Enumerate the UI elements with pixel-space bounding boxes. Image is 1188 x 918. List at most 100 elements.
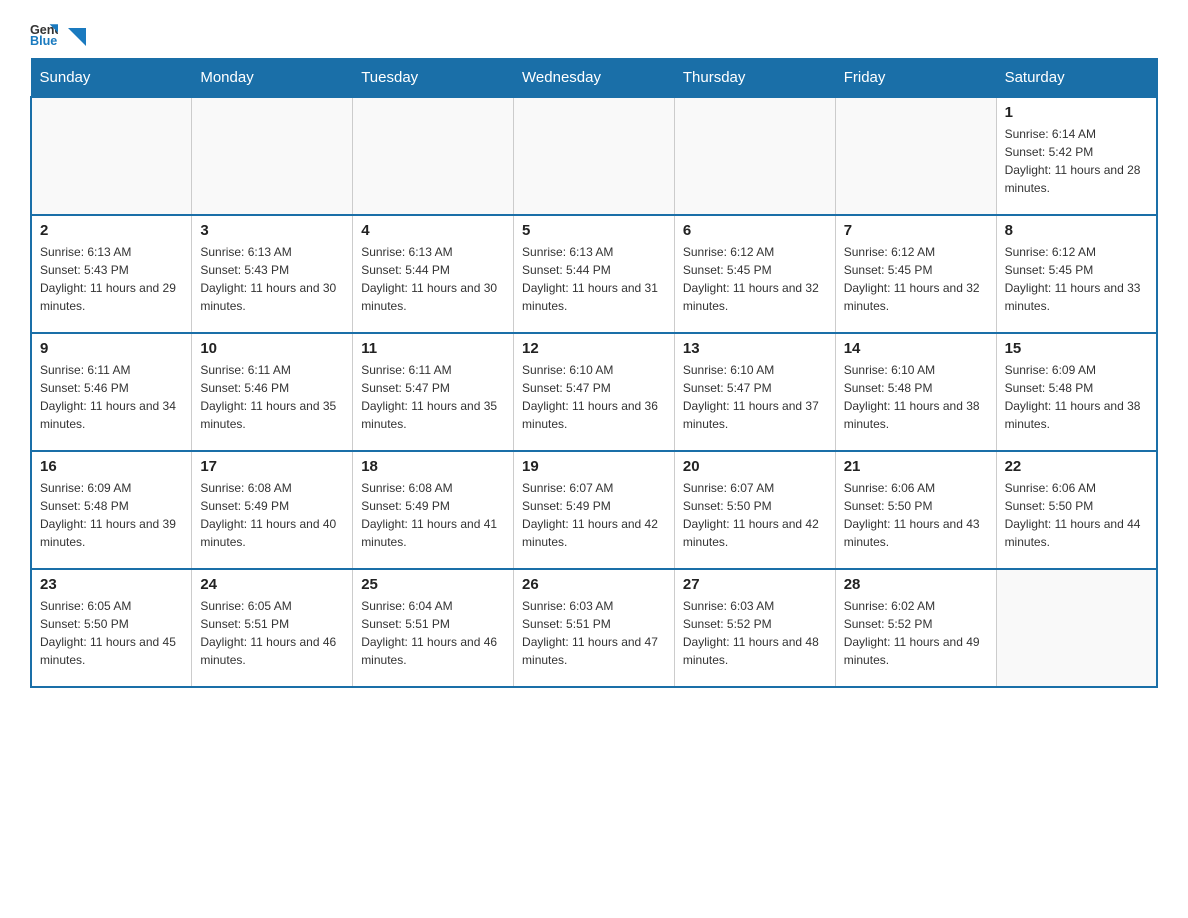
day-info: Sunrise: 6:05 AMSunset: 5:51 PMDaylight:…: [200, 597, 344, 669]
calendar-table: SundayMondayTuesdayWednesdayThursdayFrid…: [30, 58, 1158, 688]
calendar-cell: 5 Sunrise: 6:13 AMSunset: 5:44 PMDaylight…: [514, 215, 675, 333]
day-info: Sunrise: 6:13 AMSunset: 5:44 PMDaylight:…: [361, 243, 505, 315]
day-number: 20: [683, 458, 827, 475]
weekday-header-saturday: Saturday: [996, 59, 1157, 98]
weekday-header-thursday: Thursday: [674, 59, 835, 98]
day-number: 24: [200, 576, 344, 593]
day-number: 27: [683, 576, 827, 593]
calendar-cell: 24 Sunrise: 6:05 AMSunset: 5:51 PMDayligh…: [192, 569, 353, 687]
day-info: Sunrise: 6:11 AMSunset: 5:46 PMDaylight:…: [200, 361, 344, 433]
day-info: Sunrise: 6:07 AMSunset: 5:49 PMDaylight:…: [522, 479, 666, 551]
calendar-cell: 6 Sunrise: 6:12 AMSunset: 5:45 PMDaylight…: [674, 215, 835, 333]
calendar-cell: 3 Sunrise: 6:13 AMSunset: 5:43 PMDaylight…: [192, 215, 353, 333]
calendar-cell: [353, 97, 514, 215]
weekday-header-tuesday: Tuesday: [353, 59, 514, 98]
calendar-cell: [674, 97, 835, 215]
calendar-cell: 23 Sunrise: 6:05 AMSunset: 5:50 PMDayligh…: [31, 569, 192, 687]
calendar-cell: 17Sunrise: 6:08 AMSunset: 5:49 PMDayligh…: [192, 451, 353, 569]
weekday-header-monday: Monday: [192, 59, 353, 98]
day-info: Sunrise: 6:09 AMSunset: 5:48 PMDaylight:…: [40, 479, 183, 551]
calendar-cell: 2 Sunrise: 6:13 AMSunset: 5:43 PMDaylight…: [31, 215, 192, 333]
calendar-cell: 10 Sunrise: 6:11 AMSunset: 5:46 PMDayligh…: [192, 333, 353, 451]
day-number: 5: [522, 222, 666, 239]
day-info: Sunrise: 6:12 AMSunset: 5:45 PMDaylight:…: [1005, 243, 1148, 315]
calendar-cell: 19Sunrise: 6:07 AMSunset: 5:49 PMDayligh…: [514, 451, 675, 569]
calendar-row-3: 9Sunrise: 6:11 AMSunset: 5:46 PMDaylight…: [31, 333, 1157, 451]
calendar-cell: 20Sunrise: 6:07 AMSunset: 5:50 PMDayligh…: [674, 451, 835, 569]
day-info: Sunrise: 6:12 AMSunset: 5:45 PMDaylight:…: [844, 243, 988, 315]
day-info: Sunrise: 6:14 AMSunset: 5:42 PMDaylight:…: [1005, 125, 1148, 197]
day-number: 23: [40, 576, 183, 593]
day-info: Sunrise: 6:06 AMSunset: 5:50 PMDaylight:…: [844, 479, 988, 551]
calendar-cell: 15 Sunrise: 6:09 AMSunset: 5:48 PMDayligh…: [996, 333, 1157, 451]
day-info: Sunrise: 6:09 AMSunset: 5:48 PMDaylight:…: [1005, 361, 1148, 433]
calendar-cell: [835, 97, 996, 215]
day-number: 22: [1005, 458, 1148, 475]
calendar-cell: 16 Sunrise: 6:09 AMSunset: 5:48 PMDayligh…: [31, 451, 192, 569]
day-number: 21: [844, 458, 988, 475]
day-number: 13: [683, 340, 827, 357]
calendar-cell: 13Sunrise: 6:10 AMSunset: 5:47 PMDayligh…: [674, 333, 835, 451]
day-info: Sunrise: 6:06 AMSunset: 5:50 PMDaylight:…: [1005, 479, 1148, 551]
calendar-cell: 21 Sunrise: 6:06 AMSunset: 5:50 PMDayligh…: [835, 451, 996, 569]
page-header: General Blue: [30, 20, 1158, 48]
calendar-cell: 1 Sunrise: 6:14 AMSunset: 5:42 PMDaylight…: [996, 97, 1157, 215]
logo-triangle-icon: [64, 26, 86, 48]
calendar-cell: 7 Sunrise: 6:12 AMSunset: 5:45 PMDaylight…: [835, 215, 996, 333]
day-number: 15: [1005, 340, 1148, 357]
day-info: Sunrise: 6:11 AMSunset: 5:46 PMDaylight:…: [40, 361, 183, 433]
day-info: Sunrise: 6:02 AMSunset: 5:52 PMDaylight:…: [844, 597, 988, 669]
calendar-cell: [996, 569, 1157, 687]
day-number: 1: [1005, 104, 1148, 121]
day-info: Sunrise: 6:13 AMSunset: 5:43 PMDaylight:…: [40, 243, 183, 315]
day-number: 3: [200, 222, 344, 239]
calendar-row-5: 23 Sunrise: 6:05 AMSunset: 5:50 PMDayligh…: [31, 569, 1157, 687]
logo: General Blue: [30, 20, 86, 48]
day-number: 18: [361, 458, 505, 475]
day-info: Sunrise: 6:04 AMSunset: 5:51 PMDaylight:…: [361, 597, 505, 669]
calendar-row-4: 16 Sunrise: 6:09 AMSunset: 5:48 PMDayligh…: [31, 451, 1157, 569]
calendar-cell: 22 Sunrise: 6:06 AMSunset: 5:50 PMDayligh…: [996, 451, 1157, 569]
day-number: 2: [40, 222, 183, 239]
day-number: 12: [522, 340, 666, 357]
calendar-cell: 18 Sunrise: 6:08 AMSunset: 5:49 PMDayligh…: [353, 451, 514, 569]
calendar-cell: 12Sunrise: 6:10 AMSunset: 5:47 PMDayligh…: [514, 333, 675, 451]
weekday-header-wednesday: Wednesday: [514, 59, 675, 98]
svg-text:Blue: Blue: [30, 34, 57, 48]
day-info: Sunrise: 6:05 AMSunset: 5:50 PMDaylight:…: [40, 597, 183, 669]
day-number: 6: [683, 222, 827, 239]
day-number: 11: [361, 340, 505, 357]
day-number: 14: [844, 340, 988, 357]
day-number: 17: [200, 458, 344, 475]
day-number: 8: [1005, 222, 1148, 239]
calendar-cell: 14 Sunrise: 6:10 AMSunset: 5:48 PMDayligh…: [835, 333, 996, 451]
day-number: 10: [200, 340, 344, 357]
calendar-cell: 27 Sunrise: 6:03 AMSunset: 5:52 PMDayligh…: [674, 569, 835, 687]
day-number: 25: [361, 576, 505, 593]
weekday-header-friday: Friday: [835, 59, 996, 98]
calendar-row-2: 2 Sunrise: 6:13 AMSunset: 5:43 PMDaylight…: [31, 215, 1157, 333]
calendar-cell: 9Sunrise: 6:11 AMSunset: 5:46 PMDaylight…: [31, 333, 192, 451]
day-info: Sunrise: 6:10 AMSunset: 5:48 PMDaylight:…: [844, 361, 988, 433]
day-number: 28: [844, 576, 988, 593]
weekday-header-sunday: Sunday: [31, 59, 192, 98]
day-info: Sunrise: 6:13 AMSunset: 5:43 PMDaylight:…: [200, 243, 344, 315]
calendar-cell: [192, 97, 353, 215]
day-number: 26: [522, 576, 666, 593]
day-info: Sunrise: 6:03 AMSunset: 5:51 PMDaylight:…: [522, 597, 666, 669]
day-info: Sunrise: 6:13 AMSunset: 5:44 PMDaylight:…: [522, 243, 666, 315]
calendar-cell: 28 Sunrise: 6:02 AMSunset: 5:52 PMDayligh…: [835, 569, 996, 687]
calendar-header-row: SundayMondayTuesdayWednesdayThursdayFrid…: [31, 59, 1157, 98]
calendar-cell: [514, 97, 675, 215]
day-info: Sunrise: 6:08 AMSunset: 5:49 PMDaylight:…: [361, 479, 505, 551]
day-number: 7: [844, 222, 988, 239]
day-info: Sunrise: 6:03 AMSunset: 5:52 PMDaylight:…: [683, 597, 827, 669]
calendar-cell: 26 Sunrise: 6:03 AMSunset: 5:51 PMDayligh…: [514, 569, 675, 687]
calendar-cell: 4 Sunrise: 6:13 AMSunset: 5:44 PMDaylight…: [353, 215, 514, 333]
logo-icon: General Blue: [30, 20, 58, 48]
day-number: 16: [40, 458, 183, 475]
day-info: Sunrise: 6:12 AMSunset: 5:45 PMDaylight:…: [683, 243, 827, 315]
calendar-cell: 25 Sunrise: 6:04 AMSunset: 5:51 PMDayligh…: [353, 569, 514, 687]
day-number: 4: [361, 222, 505, 239]
calendar-cell: 8 Sunrise: 6:12 AMSunset: 5:45 PMDaylight…: [996, 215, 1157, 333]
